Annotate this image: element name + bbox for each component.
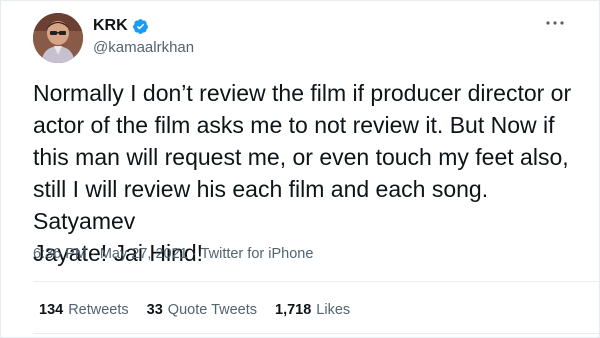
likes-stat[interactable]: 1,718 Likes [275, 302, 350, 318]
author-name-row: KRK [93, 17, 149, 35]
quote-tweets-stat[interactable]: 33 Quote Tweets [147, 302, 257, 318]
engagement-stats: 134 Retweets 33 Quote Tweets 1,718 Likes [39, 302, 350, 318]
meta-separator: · [91, 246, 96, 262]
divider [33, 281, 599, 282]
verified-badge-icon [132, 18, 149, 35]
avatar[interactable] [33, 13, 83, 63]
tweet-source[interactable]: Twitter for iPhone [201, 246, 314, 262]
tweet-text: Normally I don’t review the film if prod… [33, 80, 572, 266]
retweets-stat[interactable]: 134 Retweets [39, 302, 129, 318]
retweets-count: 134 [39, 302, 64, 318]
likes-count: 1,718 [275, 302, 312, 318]
tweet-card: KRK @kamaalrkhan Normally I don’t review… [0, 0, 600, 338]
divider [33, 333, 599, 334]
retweets-label: Retweets [68, 302, 129, 318]
likes-label: Likes [316, 302, 351, 318]
quote-tweets-label: Quote Tweets [167, 302, 257, 318]
tweet-meta: 6:36 PM · May 27, 2021 · Twitter for iPh… [33, 246, 313, 262]
tweet-date[interactable]: May 27, 2021 [100, 246, 188, 262]
author-display-name[interactable]: KRK [93, 17, 128, 35]
author-handle[interactable]: @kamaalrkhan [93, 39, 194, 56]
tweet-time[interactable]: 6:36 PM [33, 246, 87, 262]
meta-separator: · [191, 246, 197, 262]
quote-tweets-count: 33 [146, 302, 163, 318]
more-horizontal-icon[interactable] [543, 13, 567, 33]
